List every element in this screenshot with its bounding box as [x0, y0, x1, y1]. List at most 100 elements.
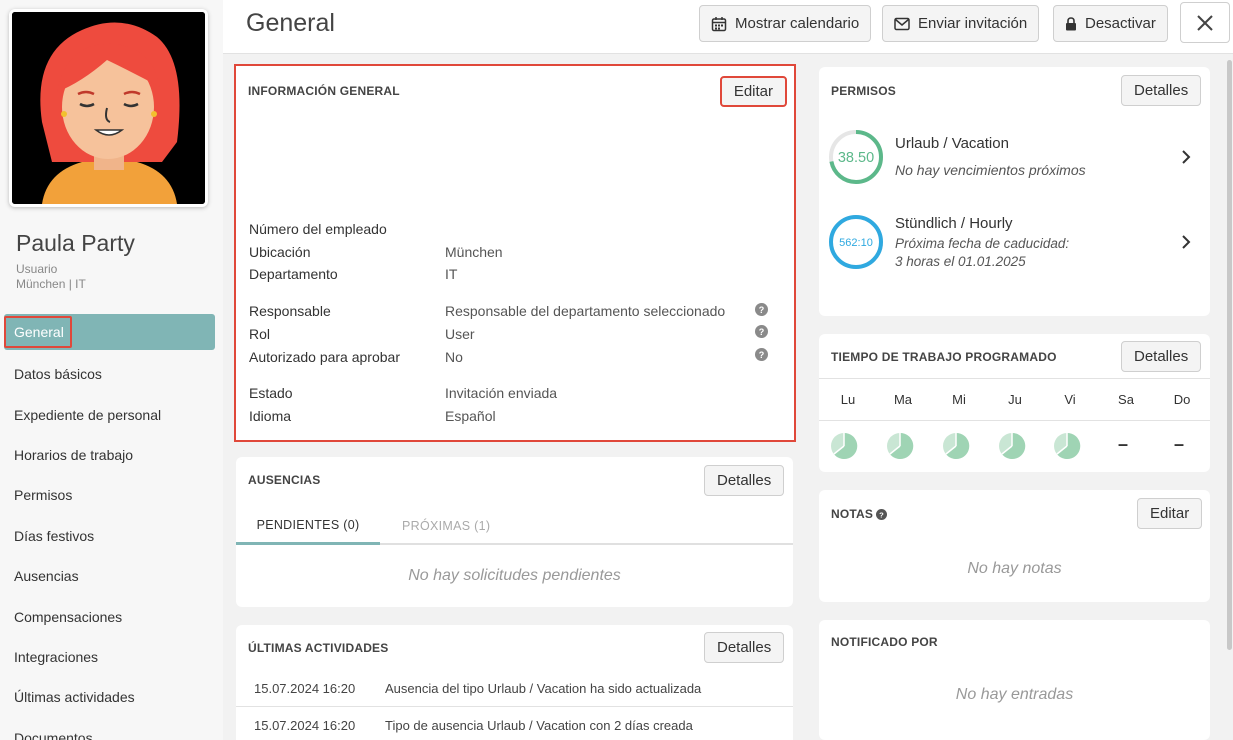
divider — [819, 420, 1210, 421]
sidebar-item-documents[interactable]: Documentos — [0, 718, 223, 740]
svg-text:?: ? — [759, 327, 765, 337]
permissions-title: PERMISOS — [831, 84, 896, 98]
table-row: 15.07.2024 16:20 Ausencia del tipo Urlau… — [236, 671, 793, 707]
sidebar-item-holidays[interactable]: Días festivos — [0, 516, 223, 556]
sidebar-item-label: Compensaciones — [14, 608, 123, 625]
absences-details-button[interactable]: Detalles — [704, 465, 785, 496]
absences-card: AUSENCIAS Detalles PENDIENTES (0) PRÓXIM… — [236, 457, 793, 607]
pie-icon — [831, 432, 858, 459]
sidebar-item-personnel-file[interactable]: Expediente de personal — [0, 394, 223, 434]
sidebar-item-label: Permisos — [14, 487, 73, 504]
info-label: Número del empleado — [249, 221, 387, 237]
vacation-balance-value: 38.50 — [838, 150, 874, 166]
activities-details-button[interactable]: Detalles — [704, 632, 785, 663]
sidebar-item-general[interactable]: General — [4, 314, 215, 350]
edit-notes-button[interactable]: Editar — [1137, 498, 1203, 529]
divider — [819, 378, 1210, 379]
info-value: München — [445, 244, 503, 260]
notes-title-wrap: NOTAS ? — [831, 507, 888, 521]
send-invitation-label: Enviar invitación — [918, 15, 1028, 32]
avatar — [9, 9, 208, 207]
day-pie-mon — [824, 432, 864, 460]
close-button[interactable] — [1180, 2, 1230, 43]
general-info-title: INFORMACIÓN GENERAL — [248, 84, 400, 98]
notes-card: NOTAS ? Editar No hay notas — [819, 490, 1210, 602]
user-role: Usuario — [16, 262, 58, 276]
help-icon[interactable]: ? — [876, 508, 888, 520]
sidebar-item-compensations[interactable]: Compensaciones — [0, 596, 223, 636]
deactivate-button[interactable]: Desactivar — [1053, 5, 1168, 42]
day-pie-wed — [936, 432, 976, 460]
day-off-sat: – — [1117, 434, 1128, 454]
help-icon[interactable]: ? — [755, 325, 768, 338]
info-value: User — [445, 326, 475, 342]
day-label: Lu — [840, 392, 856, 407]
day-label: Vi — [1064, 392, 1076, 407]
sidebar-item-basic-data[interactable]: Datos básicos — [0, 354, 223, 394]
deactivate-label: Desactivar — [1085, 15, 1156, 32]
help-icon[interactable]: ? — [755, 303, 768, 316]
info-label: Autorizado para aprobar — [249, 349, 400, 365]
sidebar-item-label: Datos básicos — [14, 366, 102, 383]
sidebar-item-last-activities[interactable]: Últimas actividades — [0, 677, 223, 717]
sidebar-item-permissions[interactable]: Permisos — [0, 475, 223, 515]
lock-icon — [1066, 16, 1076, 30]
info-value: Invitación enviada — [445, 385, 558, 401]
day-label: Ju — [1008, 392, 1022, 407]
notified-by-title: NOTIFICADO POR — [831, 635, 938, 649]
tab-pending[interactable]: PENDIENTES (0) — [236, 507, 380, 545]
permission-name: Stündlich / Hourly — [895, 215, 1013, 232]
show-calendar-button[interactable]: Mostrar calendario — [699, 5, 872, 42]
help-icon[interactable]: ? — [755, 348, 768, 361]
scroll-thumb[interactable] — [1227, 60, 1232, 650]
info-value: IT — [445, 266, 458, 282]
send-invitation-button[interactable]: Enviar invitación — [882, 5, 1040, 42]
activity-date: 15.07.2024 16:20 — [254, 681, 356, 696]
hourly-balance-ring: 562:10 — [829, 215, 883, 269]
notes-empty-message: No hay notas — [967, 560, 1062, 577]
permission-item-hourly[interactable]: 562:10 Stündlich / Hourly Próxima fecha … — [819, 212, 1210, 282]
sidebar-item-work-schedules[interactable]: Horarios de trabajo — [0, 435, 223, 475]
page-title: General — [246, 9, 335, 37]
chevron-right-icon — [1182, 150, 1191, 164]
permission-item-vacation[interactable]: 38.50 Urlaub / Vacation No hay vencimien… — [819, 127, 1210, 187]
permission-subtitle: No hay vencimientos próximos — [895, 162, 1086, 178]
pie-icon — [887, 432, 914, 459]
info-label: Ubicación — [249, 244, 311, 260]
sidebar-item-absences[interactable]: Ausencias — [0, 556, 223, 596]
schedule-card: TIEMPO DE TRABAJO PROGRAMADO Detalles Lu… — [819, 334, 1210, 472]
activities-title: ÚLTIMAS ACTIVIDADES — [248, 641, 389, 655]
tab-upcoming[interactable]: PRÓXIMAS (1) — [402, 507, 490, 545]
pie-icon — [943, 432, 970, 459]
day-label: Ma — [893, 392, 913, 407]
sidebar-item-label: Ausencias — [14, 568, 79, 585]
edit-general-info-button[interactable]: Editar — [719, 76, 787, 107]
pie-icon — [1054, 432, 1081, 459]
day-label: Mi — [952, 392, 966, 407]
scrollbar[interactable] — [1225, 54, 1233, 740]
user-name: Paula Party — [16, 230, 135, 256]
info-label: Estado — [249, 385, 293, 401]
user-location: München | IT — [16, 277, 86, 291]
info-label: Departamento — [249, 266, 338, 282]
calendar-icon — [711, 16, 727, 31]
sidebar-item-integrations[interactable]: Integraciones — [0, 637, 223, 677]
svg-text:?: ? — [879, 510, 884, 519]
absences-title: AUSENCIAS — [248, 473, 321, 487]
close-icon — [1197, 14, 1213, 31]
sidebar-item-label: Días festivos — [14, 527, 95, 544]
day-pie-tue — [880, 432, 920, 460]
absences-tabs: PENDIENTES (0) PRÓXIMAS (1) — [236, 507, 793, 545]
notes-title: NOTAS — [831, 507, 874, 521]
permission-subtitle-2: 3 horas el 01.01.2025 — [895, 254, 1026, 269]
avatar-illustration — [12, 12, 205, 204]
sidebar-item-label: Horarios de trabajo — [14, 446, 134, 463]
permission-name: Urlaub / Vacation — [895, 135, 1009, 152]
table-row: 15.07.2024 16:20 Tipo de ausencia Urlaub… — [236, 707, 793, 740]
permissions-details-button[interactable]: Detalles — [1121, 75, 1202, 106]
schedule-title: TIEMPO DE TRABAJO PROGRAMADO — [831, 350, 1057, 364]
schedule-details-button[interactable]: Detalles — [1121, 341, 1202, 372]
activity-text: Tipo de ausencia Urlaub / Vacation con 2… — [385, 717, 693, 733]
info-label: Rol — [249, 326, 271, 342]
info-value: No — [445, 349, 463, 365]
